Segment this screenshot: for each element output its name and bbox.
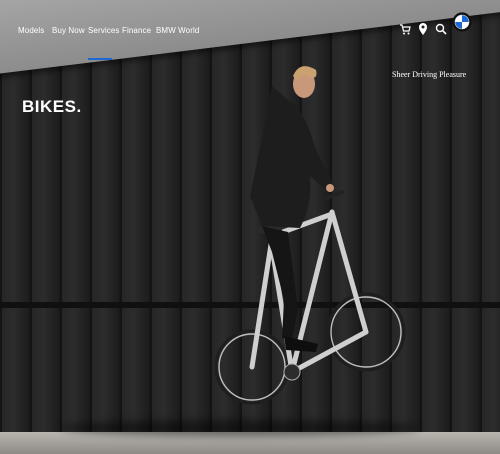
bmw-logo[interactable] [452, 12, 472, 32]
hero-section: Models Buy Now Services Finance BMW Worl… [0, 0, 500, 454]
nav-item-services[interactable]: Services [88, 26, 119, 35]
cyclist-illustration [214, 66, 406, 405]
nav-item-buy-now[interactable]: Buy Now [52, 26, 85, 35]
search-icon[interactable] [435, 22, 447, 36]
nav-item-finance[interactable]: Finance [122, 26, 151, 35]
location-pin-icon[interactable] [417, 22, 429, 36]
page-headline: BIKES. [22, 97, 82, 116]
cart-icon[interactable] [399, 22, 411, 36]
nav-item-models[interactable]: Models [18, 26, 44, 35]
brand-tagline: Sheer Driving Pleasure [392, 70, 467, 79]
top-navigation: Models Buy Now Services Finance BMW Worl… [0, 0, 500, 60]
nav-active-indicator [88, 58, 112, 60]
nav-item-bmw-world[interactable]: BMW World [156, 26, 199, 35]
